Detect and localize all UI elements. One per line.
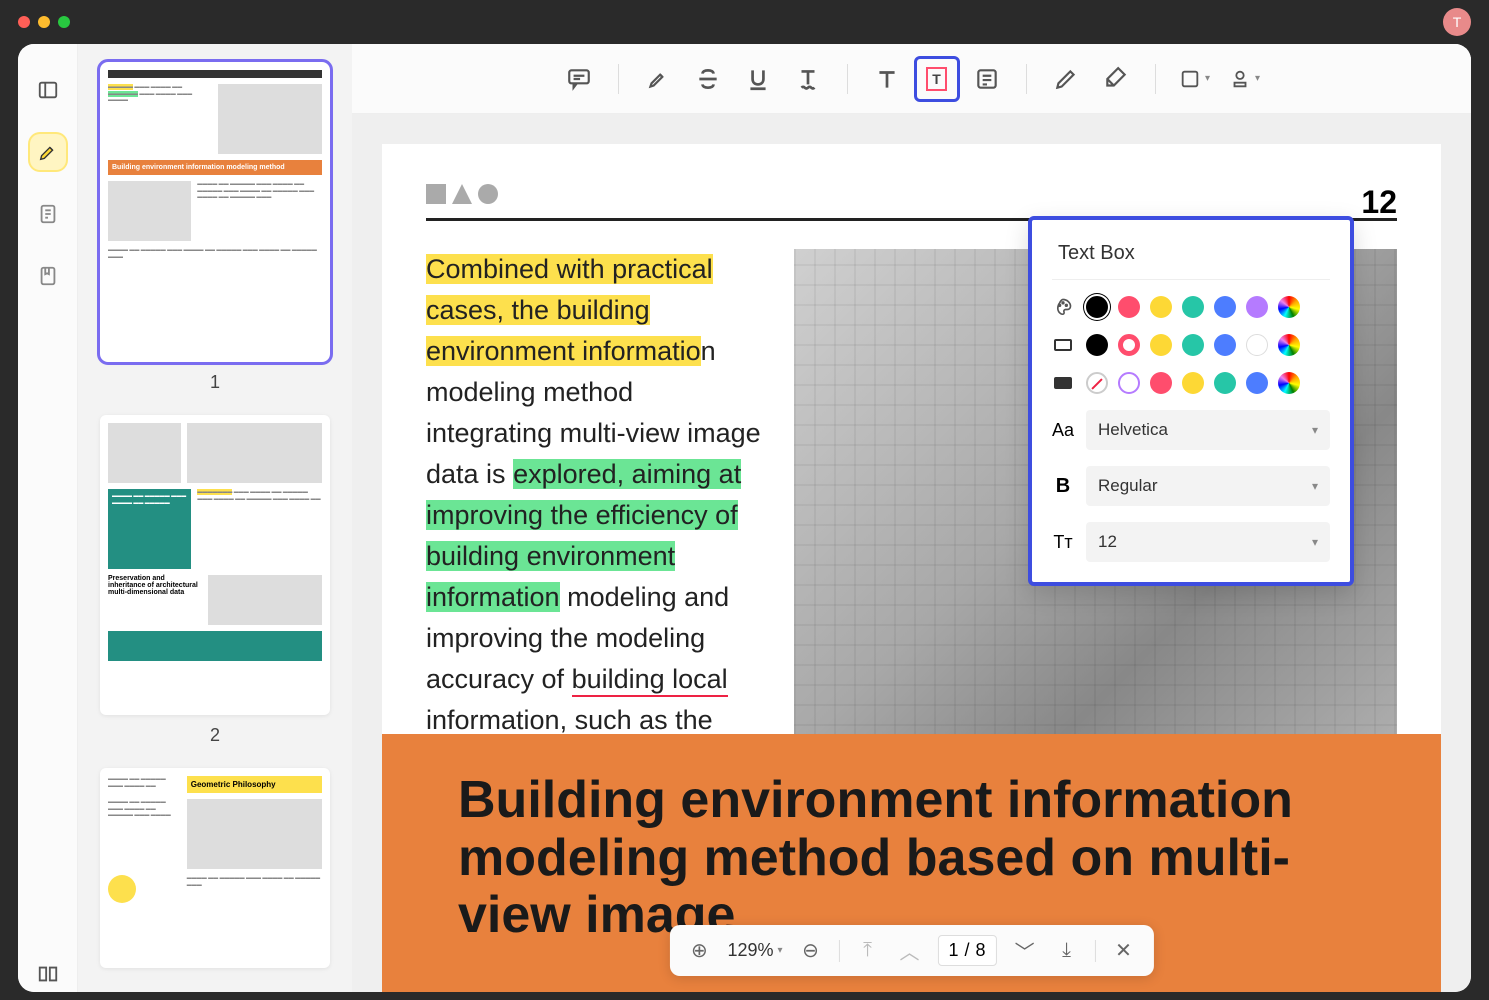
shape-dropdown-icon[interactable] xyxy=(1172,56,1218,102)
page-next-icon[interactable]: ﹀ xyxy=(1011,937,1039,965)
eraser-icon[interactable] xyxy=(1093,56,1139,102)
bookmarks-icon[interactable] xyxy=(30,258,66,294)
border-color-white[interactable] xyxy=(1246,334,1268,356)
thumb-label-1: 1 xyxy=(100,372,330,393)
header-shapes xyxy=(426,184,1397,204)
fill-color-yellow[interactable] xyxy=(1182,372,1204,394)
text-color-row xyxy=(1052,296,1330,318)
size-select[interactable]: 12 xyxy=(1086,522,1330,562)
thumbnail-page-2[interactable]: ▬▬▬▬ ▬▬ ▬▬▬▬▬ ▬▬▬ ▬▬▬▬ ▬▬ ▬▬▬▬▬▬▬▬▬▬▬▬ ▬… xyxy=(100,415,330,715)
border-color-teal[interactable] xyxy=(1182,334,1204,356)
size-row: Tᴛ 12 xyxy=(1052,522,1330,562)
page-number: 12 xyxy=(1361,184,1397,221)
text-color-red[interactable] xyxy=(1118,296,1140,318)
weight-select[interactable]: Regular xyxy=(1086,466,1330,506)
highlighter-icon[interactable] xyxy=(30,134,66,170)
font-select[interactable]: Helvetica xyxy=(1086,410,1330,450)
comment-icon[interactable] xyxy=(556,56,602,102)
squiggly-icon[interactable] xyxy=(785,56,831,102)
pen-icon[interactable] xyxy=(1043,56,1089,102)
main-area: T 12 Combined with practical cases, the … xyxy=(352,44,1471,992)
weight-label-icon: B xyxy=(1052,475,1074,498)
window-titlebar: T xyxy=(0,0,1489,44)
fill-color-teal[interactable] xyxy=(1214,372,1236,394)
textbox-popover: Text Box xyxy=(1028,216,1354,586)
annotation-toolbar: T xyxy=(352,44,1471,114)
app-window: ▬▬▬▬▬ ▬▬▬ ▬▬▬▬ ▬▬ ▬▬▬▬▬▬ ▬▬▬ ▬▬▬▬ ▬▬▬ ▬▬… xyxy=(18,44,1471,992)
text-color-black[interactable] xyxy=(1086,296,1108,318)
note-icon[interactable] xyxy=(964,56,1010,102)
notes-icon[interactable] xyxy=(30,196,66,232)
border-icon xyxy=(1052,339,1074,351)
fill-icon xyxy=(1052,377,1074,389)
fill-color-row xyxy=(1052,372,1330,394)
highlighter-tool-icon[interactable] xyxy=(635,56,681,102)
fill-color-outline[interactable] xyxy=(1118,372,1140,394)
thumbnails-panel[interactable]: ▬▬▬▬▬ ▬▬▬ ▬▬▬▬ ▬▬ ▬▬▬▬▬▬ ▬▬▬ ▬▬▬▬ ▬▬▬ ▬▬… xyxy=(78,44,352,992)
minimize-icon[interactable] xyxy=(38,16,50,28)
fill-color-red[interactable] xyxy=(1150,372,1172,394)
text-color-teal[interactable] xyxy=(1182,296,1204,318)
banner-title: Building environment information modelin… xyxy=(458,772,1393,944)
size-label-icon: Tᴛ xyxy=(1052,532,1074,553)
fill-color-blue[interactable] xyxy=(1246,372,1268,394)
page-total: 8 xyxy=(976,940,986,961)
page-first-icon[interactable]: ⤒ xyxy=(854,937,882,965)
textbox-icon[interactable]: T xyxy=(914,56,960,102)
document-viewport[interactable]: 12 Combined with practical cases, the bu… xyxy=(352,114,1471,992)
stamp-dropdown-icon[interactable] xyxy=(1222,56,1268,102)
font-label-icon: Aa xyxy=(1052,420,1074,441)
fill-color-custom[interactable] xyxy=(1278,372,1300,394)
zoom-level[interactable]: 129% xyxy=(727,940,782,961)
border-color-custom[interactable] xyxy=(1278,334,1300,356)
popover-title: Text Box xyxy=(1052,242,1330,265)
page-last-icon[interactable]: ⤓ xyxy=(1053,937,1081,965)
page-current: 1 xyxy=(949,940,959,961)
fill-color-none[interactable] xyxy=(1086,372,1108,394)
font-row: Aa Helvetica xyxy=(1052,410,1330,450)
zoom-in-icon[interactable]: ⊕ xyxy=(685,937,713,965)
text-color-blue[interactable] xyxy=(1214,296,1236,318)
sidebar-toggle-icon[interactable] xyxy=(30,72,66,108)
palette-icon xyxy=(1052,297,1074,317)
thumb1-orange-label: Building environment information modelin… xyxy=(108,160,322,175)
text-color-purple[interactable] xyxy=(1246,296,1268,318)
border-color-black[interactable] xyxy=(1086,334,1108,356)
maximize-icon[interactable] xyxy=(58,16,70,28)
border-color-blue[interactable] xyxy=(1214,334,1236,356)
close-bar-icon[interactable]: ✕ xyxy=(1110,937,1138,965)
thumb2-caption: Preservation and inheritance of architec… xyxy=(108,575,202,625)
thumbnail-page-1[interactable]: ▬▬▬▬▬ ▬▬▬ ▬▬▬▬ ▬▬ ▬▬▬▬▬▬ ▬▬▬ ▬▬▬▬ ▬▬▬ ▬▬… xyxy=(100,62,330,362)
book-view-icon[interactable] xyxy=(30,956,66,992)
highlight-yellow: Combined with practical cases, the build… xyxy=(426,254,713,366)
thumbnail-page-3[interactable]: ▬▬▬▬ ▬▬ ▬▬▬▬▬ ▬▬▬ ▬▬▬▬ ▬▬Geometric Philo… xyxy=(100,768,330,968)
strikethrough-icon[interactable] xyxy=(685,56,731,102)
border-color-yellow[interactable] xyxy=(1150,334,1172,356)
view-controls-bar: ⊕ 129% ⊖ ⤒ ︿ 1 / 8 ﹀ ⤓ ✕ xyxy=(669,925,1153,976)
border-color-row xyxy=(1052,334,1330,356)
user-avatar[interactable]: T xyxy=(1443,8,1471,36)
text-icon[interactable] xyxy=(864,56,910,102)
close-icon[interactable] xyxy=(18,16,30,28)
page-prev-icon[interactable]: ︿ xyxy=(896,937,924,965)
traffic-lights xyxy=(18,16,70,28)
text-color-yellow[interactable] xyxy=(1150,296,1172,318)
underline-icon[interactable] xyxy=(735,56,781,102)
border-color-red[interactable] xyxy=(1118,334,1140,356)
left-sidebar xyxy=(18,44,78,992)
zoom-out-icon[interactable]: ⊖ xyxy=(797,937,825,965)
thumb3-title: Geometric Philosophy xyxy=(187,776,322,793)
text-color-custom[interactable] xyxy=(1278,296,1300,318)
thumb-label-2: 2 xyxy=(100,725,330,746)
page-indicator[interactable]: 1 / 8 xyxy=(938,935,997,966)
weight-row: B Regular xyxy=(1052,466,1330,506)
